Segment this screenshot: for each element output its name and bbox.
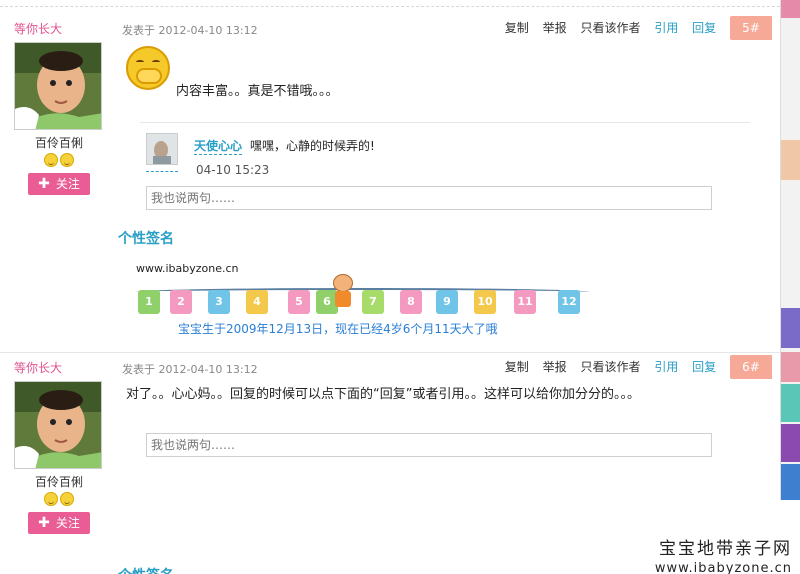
comment-avatar-underline <box>146 171 178 172</box>
only-author-link[interactable]: 只看该作者 <box>580 355 640 379</box>
signature-caption: 宝宝生于2009年12月13日，现在已经4岁6个月11天大了哦 <box>178 322 498 336</box>
side-thumbnail[interactable] <box>781 140 800 180</box>
post-floor-5: 等你长大 百伶百俐 ✚ 关注 发表于 2012-04-10 13:12 复制 举报 <box>0 14 780 348</box>
number-clothing-11: 11 <box>514 290 536 314</box>
comment-time: 04-10 15:23 <box>196 163 270 177</box>
side-tab[interactable] <box>781 0 800 18</box>
medal-row <box>14 153 104 169</box>
watermark-site-name: 宝宝地带亲子网 <box>659 539 792 559</box>
author-panel: 等你长大 百伶百俐 ✚ 关注 <box>14 20 106 195</box>
number-clothing-2: 2 <box>170 290 192 314</box>
signature-heading: 个性签名 <box>118 565 174 574</box>
post-meta: 发表于 2012-04-10 13:12 复制 举报 只看该作者 引用 回复 6… <box>122 355 772 381</box>
smiley-medal-icon <box>60 492 74 506</box>
watermark-url: www.ibabyzone.cn <box>654 561 792 574</box>
medal-row <box>14 492 104 508</box>
number-clothing-4: 4 <box>246 290 268 314</box>
post-actions: 复制 举报 只看该作者 引用 回复 5# <box>495 16 772 40</box>
side-tab[interactable] <box>781 384 800 422</box>
side-tab[interactable] <box>781 308 800 348</box>
reply-link[interactable]: 回复 <box>692 16 716 40</box>
number-clothing-12: 12 <box>558 290 580 314</box>
number-clothing-10: 10 <box>474 290 496 314</box>
signature-url: www.ibabyzone.cn <box>136 262 239 275</box>
author-username[interactable]: 等你长大 <box>14 20 106 38</box>
author-panel: 等你长大 百伶百俐 ✚ 关注 <box>14 359 106 534</box>
avatar[interactable] <box>14 42 102 130</box>
number-clothing-1: 1 <box>138 290 160 314</box>
comment-text: 嘿嘿，心静的时候弄的! <box>250 139 375 153</box>
post-timestamp: 发表于 2012-04-10 13:12 <box>122 363 258 376</box>
smiley-medal-icon <box>60 153 74 167</box>
follow-button[interactable]: ✚ 关注 <box>28 512 90 534</box>
smiley-medal-icon <box>44 153 58 167</box>
plus-icon: ✚ <box>38 515 50 531</box>
quote-link[interactable]: 引用 <box>654 355 678 379</box>
post-content: 内容丰富。。真是不错哦。。。 <box>176 84 339 99</box>
post-content: 对了。。心心妈。。回复的时候可以点下面的“回复”或者引用。。这样可以给你加分分的… <box>126 387 640 402</box>
cartoon-kid-icon <box>330 274 356 308</box>
laughing-emoji-icon <box>126 46 170 90</box>
comment-username[interactable]: 天使心心 <box>194 137 243 155</box>
quote-link[interactable]: 引用 <box>654 16 678 40</box>
number-clothing-8: 8 <box>400 290 422 314</box>
floor-number-badge[interactable]: 6# <box>730 355 772 379</box>
emoji-eye <box>152 60 160 64</box>
author-username[interactable]: 等你长大 <box>14 359 106 377</box>
avatar[interactable] <box>14 381 102 469</box>
follow-button[interactable]: ✚ 关注 <box>28 173 90 195</box>
number-clothing-7: 7 <box>362 290 384 314</box>
post-meta: 发表于 2012-04-10 13:12 复制 举报 只看该作者 引用 回复 5… <box>122 16 772 42</box>
report-link[interactable]: 举报 <box>543 355 567 379</box>
follow-button-label: 关注 <box>55 177 80 191</box>
emoji-hand <box>136 68 162 84</box>
side-tab[interactable] <box>781 352 800 382</box>
only-author-link[interactable]: 只看该作者 <box>580 16 640 40</box>
post-timestamp: 发表于 2012-04-10 13:12 <box>122 24 258 37</box>
site-watermark: 宝宝地带亲子网 www.ibabyzone.cn <box>655 534 792 574</box>
smiley-medal-icon <box>44 492 58 506</box>
signature-heading: 个性签名 <box>118 231 174 247</box>
comment-input[interactable] <box>146 186 712 210</box>
comment-input[interactable] <box>146 433 712 457</box>
comment-avatar[interactable] <box>146 133 178 165</box>
plus-icon: ✚ <box>38 176 50 192</box>
number-clothing-9: 9 <box>436 290 458 314</box>
follow-button-label: 关注 <box>55 516 80 530</box>
post-actions: 复制 举报 只看该作者 引用 回复 6# <box>495 355 772 379</box>
number-clothing-3: 3 <box>208 290 230 314</box>
right-side-panel <box>780 0 800 500</box>
copy-link[interactable]: 复制 <box>505 355 529 379</box>
floor-number-badge[interactable]: 5# <box>730 16 772 40</box>
comment-item: 天使心心 嘿嘿，心静的时候弄的! 04-10 15:23 <box>140 122 750 182</box>
reply-link[interactable]: 回复 <box>692 355 716 379</box>
top-divider <box>0 6 780 7</box>
user-rank-title: 百伶百俐 <box>34 475 83 489</box>
signature-banner[interactable]: www.ibabyzone.cn 1 2 3 4 5 6 7 8 9 10 11… <box>134 258 594 338</box>
emoji-eye <box>136 60 144 64</box>
copy-link[interactable]: 复制 <box>505 16 529 40</box>
user-rank-title: 百伶百俐 <box>34 136 83 150</box>
side-tab[interactable] <box>781 464 800 500</box>
report-link[interactable]: 举报 <box>543 16 567 40</box>
side-tab[interactable] <box>781 424 800 462</box>
number-clothing-5: 5 <box>288 290 310 314</box>
